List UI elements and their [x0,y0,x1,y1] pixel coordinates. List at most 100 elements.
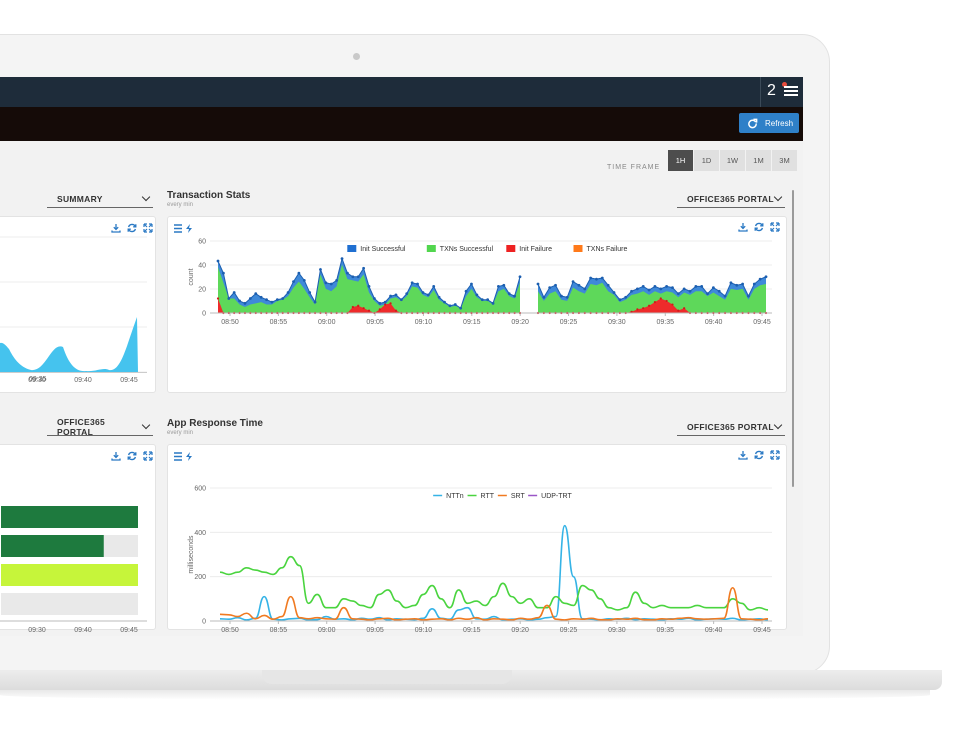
init-successful-point [232,291,236,294]
x-tick-label: 09:00 [318,627,336,634]
x-tick-label: 09:40 [74,377,92,384]
time-frame-1w[interactable]: 1W [720,150,745,171]
init-successful-point [764,275,768,279]
init-successful-point [480,298,484,302]
init-successful-point [216,259,220,263]
init-successful-point [571,280,575,283]
legend-label: TXNs Failure [587,246,628,253]
x-tick-label: 09:20 [511,627,529,634]
legend-label: Init Successful [360,246,406,253]
transaction-stats-title: Transaction Stats [167,190,251,201]
summary-area [0,317,138,372]
time-frame-1h[interactable]: 1H [668,150,693,171]
init-successful-point [665,285,669,288]
init-successful-point [453,303,457,306]
legend-swatch [573,245,583,252]
init-successful-point [275,298,279,302]
init-successful-point [671,286,674,290]
transaction-stats-subtitle: every min [167,202,194,208]
y-tick-label: 20 [198,287,206,294]
init-successful-point [475,293,479,297]
notification-count[interactable]: 2 [767,82,776,100]
hamburger-menu-icon[interactable] [784,86,798,98]
refresh-button[interactable]: Refresh [739,113,799,133]
navbar-divider [760,77,761,107]
y-tick-label: 600 [194,486,206,493]
x-tick-label: 09:25 [560,319,578,326]
init-successful-point [259,295,263,299]
init-failure-point [384,303,387,306]
x-tick-label: 08:50 [221,627,239,634]
app-response-time-dropdown-value: OFFICE365 PORTAL [687,421,774,432]
x-tick-label: 09:20 [511,319,529,326]
y-tick-label: 400 [194,530,206,537]
init-successful-point [292,280,295,283]
legend-label: UDP-TRT [541,493,572,500]
init-successful-point [270,300,274,304]
init-failure-point [647,304,651,307]
left-bottom-dropdown-value: OFFICE365 PORTAL [57,416,106,437]
init-successful-point [243,301,247,305]
init-successful-point [548,286,552,290]
init-successful-point [297,271,301,275]
init-successful-point [630,289,633,293]
top-navbar: 2 [0,77,803,107]
chevron-down-icon [773,192,783,201]
chevron-down-icon [773,420,783,429]
init-successful-point [735,283,739,287]
vertical-scrollbar[interactable] [792,190,794,487]
init-successful-point [565,295,569,299]
init-successful-point [711,286,715,290]
camera-icon [353,53,360,60]
init-successful-point [437,295,441,299]
y-tick-label: 0 [202,311,206,318]
app-response-time-subtitle: every min [167,430,194,436]
init-successful-point [729,281,733,285]
init-successful-point [618,298,622,302]
x-tick-label: 09:05 [366,319,384,326]
init-successful-point [421,291,425,294]
init-successful-point [221,271,225,275]
init-successful-point [641,285,645,288]
init-successful-point [486,298,490,302]
app-response-time-app-dropdown[interactable]: OFFICE365 PORTAL [677,418,785,436]
x-tick-label: 09:35 [657,319,675,326]
x-tick-label: 09:15 [463,627,481,634]
x-tick-label: 09:45 [120,627,138,634]
time-frame-1d[interactable]: 1D [694,150,719,171]
init-successful-point [302,278,306,282]
init-successful-point [426,293,430,297]
summary-dropdown[interactable]: SUMMARY [47,190,153,208]
x-tick-label: 09:45 [753,627,771,634]
summary-panel: 09:30 09:40 09:45 09:35 [0,216,156,393]
init-failure-point [389,302,392,305]
screen: 2 Refresh TIME FRAME 1H 1D 1W 1M 3M SUMM… [0,77,803,636]
x-tick-label: 09:40 [705,627,723,634]
init-successful-point [313,300,317,304]
x-tick-label: 09:40 [705,319,723,326]
init-successful-point [227,297,231,300]
init-successful-point [741,282,745,286]
legend-swatch [506,245,516,252]
legend-label: NTTn [446,493,464,500]
app-response-time-title: App Response Time [167,418,263,429]
init-successful-point [286,291,290,294]
init-successful-point [653,285,657,288]
time-frame-3m[interactable]: 3M [772,150,797,171]
init-failure-point [677,309,680,312]
x-tick-label: 09:45 [753,319,771,326]
init-successful-point [682,287,686,291]
init-successful-point [254,292,258,296]
init-successful-point [497,285,500,288]
init-successful-point [583,287,587,291]
time-frame-1m[interactable]: 1M [746,150,771,171]
transaction-stats-app-dropdown[interactable]: OFFICE365 PORTAL [677,190,785,208]
left-bottom-app-dropdown[interactable]: OFFICE365 PORTAL [47,416,153,437]
init-successful-point [706,292,709,296]
legend-swatch [347,245,357,252]
refresh-icon [748,118,758,128]
init-successful-point [647,288,651,292]
laptop-shadow [0,690,930,700]
init-successful-point [238,299,241,303]
init-successful-point [502,283,506,287]
